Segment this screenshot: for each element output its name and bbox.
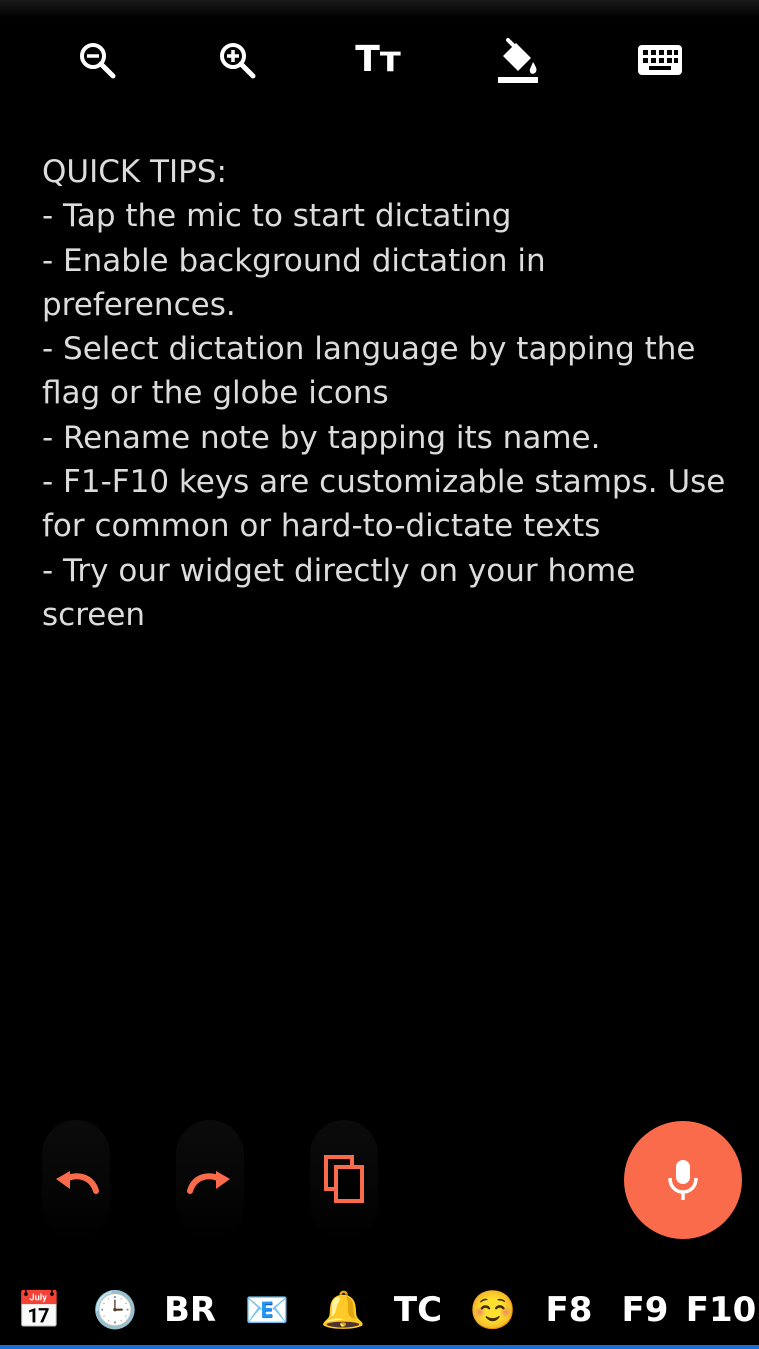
stamp-f6-tc[interactable]: TC <box>386 1278 450 1342</box>
stamp-label: F10 <box>685 1290 757 1330</box>
text-size-button[interactable]: Tт <box>348 30 408 90</box>
stamp-f7-smiley[interactable]: ☺️ <box>462 1278 524 1342</box>
stamp-f1-calendar[interactable]: 📅 <box>8 1278 70 1342</box>
bell-icon: 🔔 <box>320 1290 366 1331</box>
zoom-in-icon <box>220 43 256 79</box>
copy-button[interactable] <box>304 1120 384 1240</box>
zoom-out-button[interactable] <box>67 30 127 90</box>
stamp-f4-email[interactable]: 📧 <box>236 1278 298 1342</box>
zoom-in-button[interactable] <box>207 30 267 90</box>
stamp-f3-br[interactable]: BR <box>158 1278 222 1342</box>
clock-icon: 🕒 <box>92 1290 138 1331</box>
top-toolbar: Tт <box>0 30 759 90</box>
stamp-label: F9 <box>621 1290 669 1330</box>
stamp-bar: 📅 🕒 BR 📧 🔔 TC ☺️ F8 F9 F10 <box>0 1278 759 1342</box>
stamp-f8[interactable]: F8 <box>538 1278 600 1342</box>
bottom-accent-line <box>0 1345 759 1349</box>
app-screen: Tт QUICK TIPS: - Tap the mic to start di… <box>0 0 759 1349</box>
stamp-label: TC <box>393 1290 443 1330</box>
undo-button[interactable] <box>36 1120 116 1240</box>
redo-button[interactable] <box>170 1120 250 1240</box>
status-bar-strip <box>0 0 759 18</box>
email-icon: 📧 <box>244 1290 290 1331</box>
text-size-label: Tт <box>355 39 401 80</box>
keyboard-icon <box>638 45 682 75</box>
microphone-icon <box>668 1160 698 1200</box>
zoom-out-icon <box>80 43 116 79</box>
microphone-button[interactable] <box>624 1121 742 1239</box>
keyboard-button[interactable] <box>630 30 690 90</box>
stamp-f10[interactable]: F10 <box>684 1278 758 1342</box>
stamp-label: BR <box>163 1290 217 1330</box>
copy-icon <box>324 1155 364 1203</box>
stamp-label: F8 <box>545 1290 593 1330</box>
calendar-icon: 📅 <box>16 1290 62 1331</box>
redo-icon <box>187 1171 230 1194</box>
stamp-f2-clock[interactable]: 🕒 <box>84 1278 146 1342</box>
stamp-f9[interactable]: F9 <box>614 1278 676 1342</box>
smiley-icon: ☺️ <box>469 1287 517 1332</box>
undo-icon <box>56 1171 99 1194</box>
note-text-area[interactable]: QUICK TIPS: - Tap the mic to start dicta… <box>42 150 732 637</box>
paint-bucket-icon <box>498 38 538 83</box>
text-size-icon: Tт <box>355 42 400 78</box>
fill-color-button[interactable] <box>488 30 548 90</box>
stamp-f5-bell[interactable]: 🔔 <box>312 1278 374 1342</box>
